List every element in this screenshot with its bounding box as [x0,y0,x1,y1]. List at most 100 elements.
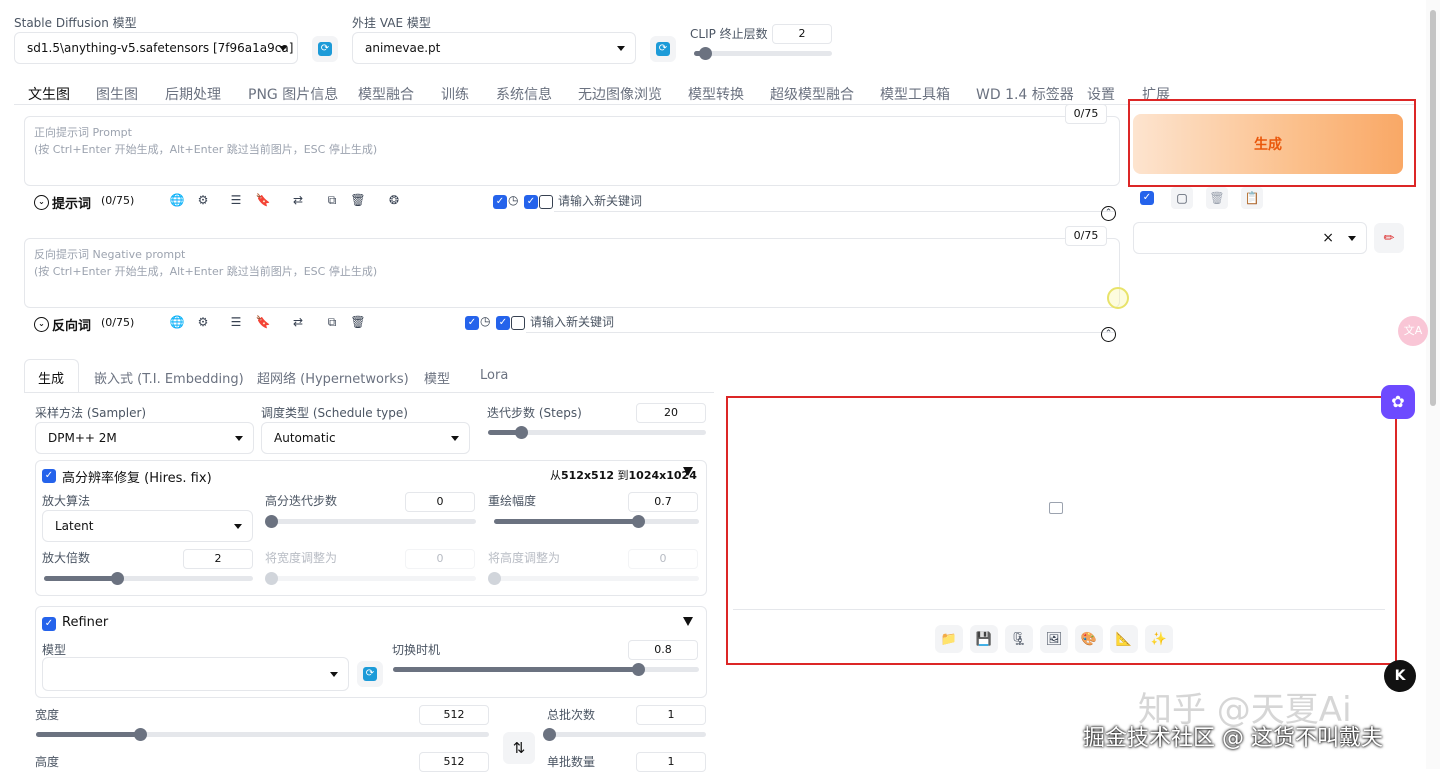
ruler-icon[interactable]: 📐 [1110,625,1138,653]
scrollbar-track[interactable] [1426,0,1440,769]
generate-button[interactable]: 生成 [1133,114,1403,174]
checkbox-icon[interactable]: ✓ [493,195,507,209]
trash-icon[interactable]: 🗑 [347,189,369,211]
subtab-0[interactable]: 生成 [38,368,64,387]
copy-button[interactable]: ▢ [1171,187,1193,209]
subtab-4[interactable]: Lora [480,368,508,383]
width-slider[interactable] [36,728,489,741]
negative-keyword-input[interactable]: 请输入新关键词 [526,311,1114,333]
refresh-models-button[interactable]: ⟳ [312,36,338,62]
tab-7[interactable]: 无边图像浏览 [578,84,662,104]
list-icon[interactable]: ☰ [225,189,247,211]
style-select[interactable]: × [1133,222,1367,254]
tab-10[interactable]: 模型工具箱 [880,84,950,104]
apply-style-button[interactable]: ✓ [1136,187,1158,209]
tab-6[interactable]: 系统信息 [496,84,552,104]
switch-input[interactable]: 0.8 [628,640,698,660]
scale-slider[interactable] [44,572,253,585]
panel-toggle-icon[interactable] [539,195,553,209]
clock-icon[interactable]: ◷ [508,193,518,207]
slider-thumb[interactable] [488,572,501,585]
switch-slider[interactable] [393,663,699,676]
scale-input[interactable]: 2 [183,549,253,569]
refiner-model-select[interactable] [42,657,349,691]
negative-textarea[interactable]: 反向提示词 Negative prompt (按 Ctrl+Enter 开始生成… [24,238,1120,308]
panel-toggle-icon[interactable] [511,316,525,330]
tab-5[interactable]: 训练 [441,84,469,104]
list-icon[interactable]: ☰ [225,311,247,333]
clock-icon[interactable]: ◷ [480,314,490,328]
gear-icon[interactable]: ⚙ [192,311,214,333]
assistant-icon[interactable]: ✿ [1381,385,1415,419]
vae-select[interactable]: animevae.pt [352,32,636,64]
translate-icon[interactable]: ⇄ [287,311,309,333]
subtab-3[interactable]: 模型 [424,368,450,387]
openai-icon[interactable]: ❂ [383,189,405,211]
translate-icon[interactable]: 文A [1398,316,1428,346]
resize-width-input[interactable]: 0 [405,549,475,569]
bookmark-icon[interactable]: 🔖 [252,189,274,211]
subtab-2[interactable]: 超网络 (Hypernetworks) [257,368,409,387]
edit-styles-button[interactable]: ✏ [1374,223,1404,253]
batch-size-input[interactable]: 1 [636,752,706,772]
steps-input[interactable]: 20 [636,403,706,423]
schedule-select[interactable]: Automatic [261,422,470,454]
tab-1[interactable]: 图生图 [96,84,138,104]
save-icon[interactable]: 💾 [970,625,998,653]
prompt-tag-toggle[interactable]: ⌄ 提示词 [34,193,91,212]
sd-model-select[interactable]: sd1.5\anything-v5.safetensors [7f96a1a9c… [14,32,298,64]
copy-icon[interactable]: ⧉ [321,311,343,333]
trash-button[interactable]: 🗑 [1206,187,1228,209]
collapse-triangle-icon[interactable] [683,467,693,476]
collapse-icon[interactable]: ⌃ [1101,327,1116,342]
tab-2[interactable]: 后期处理 [165,84,221,104]
slider-thumb[interactable] [514,426,528,439]
zip-icon[interactable]: 🗜 [1005,625,1033,653]
scrollbar-thumb[interactable] [1430,10,1436,406]
trash-icon[interactable]: 🗑 [347,311,369,333]
clip-slider[interactable] [694,47,832,60]
clear-icon[interactable]: × [1322,230,1334,246]
slider-thumb[interactable] [265,572,278,585]
prompt-textarea[interactable]: 正向提示词 Prompt (按 Ctrl+Enter 开始生成，Alt+Ente… [24,116,1120,186]
translate-icon[interactable]: ⇄ [287,189,309,211]
hires-steps-input[interactable]: 0 [405,492,475,512]
refresh-vae-button[interactable]: ⟳ [650,36,676,62]
tab-11[interactable]: WD 1.4 标签器 [976,84,1074,104]
tab-12[interactable]: 设置 [1087,84,1115,104]
clip-value-input[interactable]: 2 [772,24,832,44]
sampler-select[interactable]: DPM++ 2M [35,422,254,454]
denoise-slider[interactable] [494,515,699,528]
tab-4[interactable]: 模型融合 [358,84,414,104]
sparkle-icon[interactable]: ✨ [1145,625,1173,653]
collapse-icon[interactable]: ⌃ [1101,206,1116,221]
resize-height-slider[interactable] [488,572,699,585]
hires-checkbox[interactable]: ✓ [42,469,56,483]
resize-width-slider[interactable] [265,572,476,585]
resize-height-input[interactable]: 0 [628,549,698,569]
slider-thumb[interactable] [631,515,645,528]
tab-0[interactable]: 文生图 [28,84,70,104]
tab-8[interactable]: 模型转换 [688,84,744,104]
extension-icon[interactable]: K [1384,660,1416,692]
slider-thumb[interactable] [631,663,645,676]
image-icon[interactable]: 🖼 [1040,625,1068,653]
gear-icon[interactable]: ⚙ [192,189,214,211]
slider-thumb[interactable] [134,728,148,741]
refiner-checkbox[interactable]: ✓ [42,617,56,631]
batch-count-input[interactable]: 1 [636,705,706,725]
subtab-1[interactable]: 嵌入式 (T.I. Embedding) [94,368,244,387]
slider-thumb[interactable] [699,47,713,60]
copy-icon[interactable]: ⧉ [321,189,343,211]
globe-icon[interactable]: 🌐 [166,311,188,333]
negative-tag-toggle[interactable]: ⌄ 反向词 [34,315,91,334]
bookmark-icon[interactable]: 🔖 [252,311,274,333]
palette-icon[interactable]: 🎨 [1075,625,1103,653]
refresh-refiner-button[interactable]: ⟳ [357,661,383,687]
checkbox-icon[interactable]: ✓ [465,316,479,330]
collapse-triangle-icon[interactable] [683,617,693,626]
clipboard-button[interactable]: 📋 [1241,187,1263,209]
checkbox-icon[interactable]: ✓ [524,195,538,209]
tab-3[interactable]: PNG 图片信息 [248,84,338,104]
batch-count-slider[interactable] [543,728,706,741]
